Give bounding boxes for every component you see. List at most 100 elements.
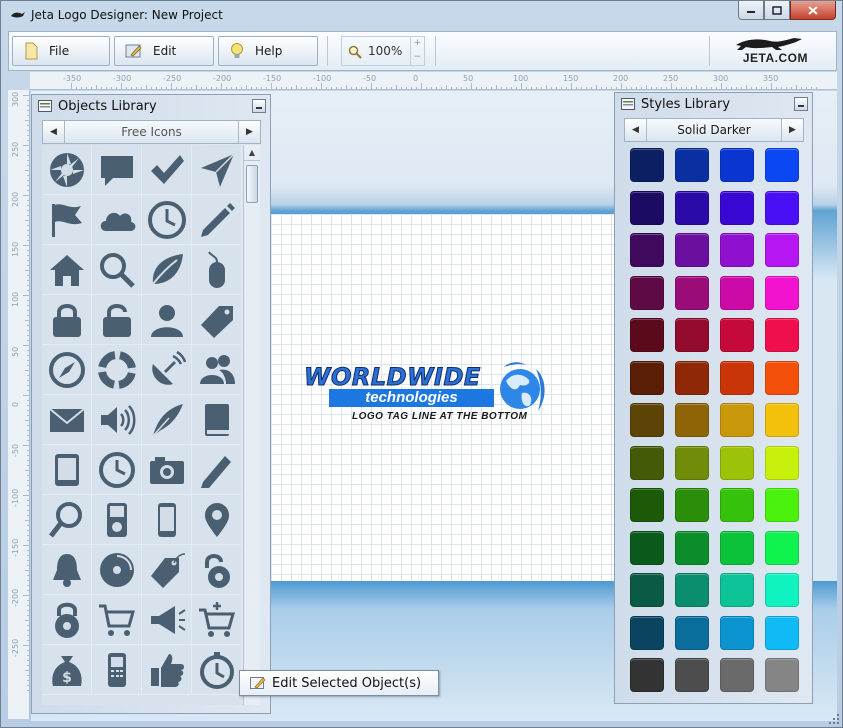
icon-cell[interactable] [42, 245, 92, 295]
icon-cell[interactable] [192, 495, 242, 545]
category-next-button[interactable]: ▶ [238, 121, 260, 143]
color-swatch[interactable] [630, 573, 664, 607]
icon-category-selector[interactable]: ◀ Free Icons ▶ [42, 120, 261, 144]
icon-cell[interactable] [92, 395, 142, 445]
color-swatch[interactable] [720, 403, 754, 437]
color-swatch[interactable] [675, 615, 709, 650]
icon-cell[interactable] [142, 145, 192, 195]
style-prev-button[interactable]: ◀ [625, 119, 647, 141]
color-swatch[interactable] [630, 360, 664, 395]
icon-cell[interactable] [142, 645, 192, 695]
resize-grip-icon[interactable] [828, 713, 840, 725]
icon-cell[interactable] [42, 545, 92, 595]
color-swatch[interactable] [765, 530, 799, 565]
color-swatch[interactable] [720, 488, 754, 522]
color-swatch[interactable] [630, 233, 664, 267]
color-swatch[interactable] [630, 190, 664, 225]
icon-cell[interactable] [142, 195, 192, 245]
scroll-up-button[interactable]: ▲ [244, 145, 260, 161]
icon-cell[interactable] [42, 395, 92, 445]
icon-cell[interactable] [42, 595, 92, 645]
icon-cell[interactable] [192, 595, 242, 645]
color-swatch[interactable] [765, 360, 799, 395]
color-swatch[interactable] [630, 488, 664, 522]
style-next-button[interactable]: ▶ [781, 119, 803, 141]
color-swatch[interactable] [765, 658, 799, 692]
color-swatch[interactable] [675, 403, 709, 437]
icon-cell[interactable] [92, 495, 142, 545]
icon-cell[interactable] [142, 545, 192, 595]
icon-cell[interactable] [192, 395, 242, 445]
color-swatch[interactable] [675, 148, 709, 182]
maximize-button[interactable] [764, 1, 790, 20]
color-swatch[interactable] [720, 658, 754, 692]
color-swatch[interactable] [675, 488, 709, 522]
icon-cell[interactable] [92, 295, 142, 345]
category-prev-button[interactable]: ◀ [43, 121, 65, 143]
icon-cell[interactable] [42, 145, 92, 195]
icon-grid-scrollbar[interactable]: ▲ [243, 145, 260, 705]
icon-cell[interactable] [92, 245, 142, 295]
edit-menu-button[interactable]: Edit [114, 36, 214, 66]
color-swatch[interactable] [630, 615, 664, 650]
icon-cell[interactable] [142, 445, 192, 495]
icon-cell[interactable]: $ [42, 645, 92, 695]
color-swatch[interactable] [630, 148, 664, 182]
color-swatch[interactable] [765, 148, 799, 182]
color-swatch[interactable] [765, 233, 799, 267]
color-swatch[interactable] [630, 318, 664, 352]
color-swatch[interactable] [765, 318, 799, 352]
objects-library-minimize-button[interactable] [252, 99, 266, 113]
color-swatch[interactable] [720, 445, 754, 480]
color-swatch[interactable] [720, 530, 754, 565]
icon-cell[interactable] [142, 395, 192, 445]
icon-cell[interactable] [192, 145, 242, 195]
color-swatch[interactable] [720, 318, 754, 352]
color-swatch[interactable] [765, 445, 799, 480]
icon-cell[interactable] [142, 245, 192, 295]
color-swatch[interactable] [720, 615, 754, 650]
icon-cell[interactable] [192, 195, 242, 245]
color-swatch[interactable] [765, 615, 799, 650]
color-swatch[interactable] [765, 403, 799, 437]
icon-cell[interactable] [92, 645, 142, 695]
color-swatch[interactable] [630, 530, 664, 565]
icon-cell[interactable] [92, 545, 142, 595]
zoom-spinner[interactable]: + − [410, 37, 424, 65]
icon-cell[interactable] [142, 495, 192, 545]
color-swatch[interactable] [720, 233, 754, 267]
icon-cell[interactable] [92, 195, 142, 245]
style-category-selector[interactable]: ◀ Solid Darker ▶ [624, 118, 804, 142]
color-swatch[interactable] [630, 445, 664, 480]
icon-cell[interactable] [142, 295, 192, 345]
color-swatch[interactable] [675, 275, 709, 310]
icon-cell[interactable] [42, 495, 92, 545]
minimize-button[interactable] [738, 1, 764, 20]
color-swatch[interactable] [675, 573, 709, 607]
icon-cell[interactable] [192, 295, 242, 345]
color-swatch[interactable] [675, 233, 709, 267]
icon-cell[interactable] [42, 345, 92, 395]
file-menu-button[interactable]: File [12, 36, 110, 66]
icon-cell[interactable] [92, 145, 142, 195]
color-swatch[interactable] [720, 148, 754, 182]
logo-object[interactable]: WORLDWIDE technologies LOGO TAG LINE AT … [304, 359, 549, 427]
color-swatch[interactable] [765, 488, 799, 522]
icon-cell[interactable] [192, 245, 242, 295]
icon-cell[interactable] [142, 345, 192, 395]
color-swatch[interactable] [675, 190, 709, 225]
color-swatch[interactable] [720, 190, 754, 225]
close-button[interactable] [790, 1, 836, 20]
scroll-thumb[interactable] [246, 165, 258, 203]
color-swatch[interactable] [765, 573, 799, 607]
color-swatch[interactable] [630, 275, 664, 310]
color-swatch[interactable] [765, 275, 799, 310]
color-swatch[interactable] [675, 530, 709, 565]
icon-cell[interactable] [42, 295, 92, 345]
icon-cell[interactable] [192, 545, 242, 595]
icon-cell[interactable] [192, 645, 242, 695]
icon-cell[interactable] [42, 445, 92, 495]
color-swatch[interactable] [675, 445, 709, 480]
color-swatch[interactable] [720, 275, 754, 310]
zoom-in-button[interactable]: + [411, 37, 424, 51]
